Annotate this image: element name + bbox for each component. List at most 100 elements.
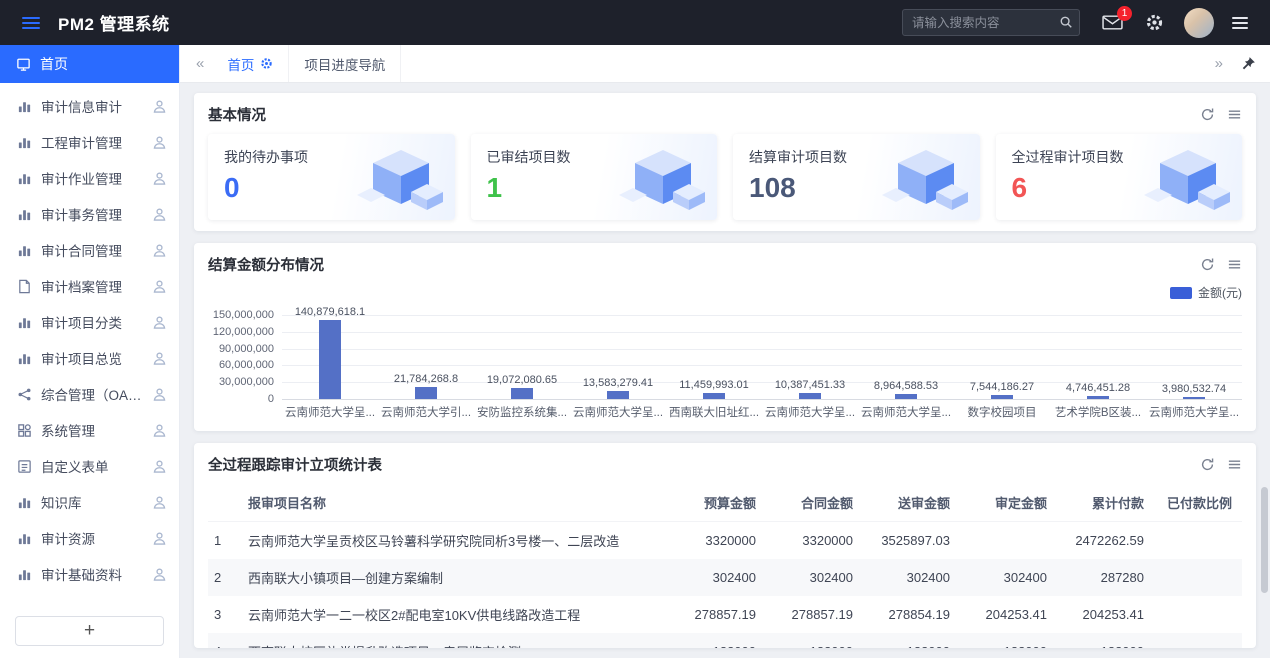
bar-value-label: 8,964,588.53 [874,380,938,392]
pin-icon[interactable] [1241,56,1256,71]
bar[interactable] [415,387,437,399]
stat-card[interactable]: 结算审计项目数108 [733,134,980,220]
row-index: 2 [208,559,238,596]
bar-group[interactable]: 11,459,993.01 [666,315,762,399]
search-input[interactable] [902,9,1080,36]
amount-cell: 287280 [1057,559,1154,596]
sidebar-toggle-icon[interactable] [18,13,44,33]
stat-card[interactable]: 全过程审计项目数6 [996,134,1243,220]
amount-cell: 188000 [863,633,960,648]
bar-group[interactable]: 4,746,451.28 [1050,315,1146,399]
bar[interactable] [799,393,821,399]
bar-group[interactable]: 8,964,588.53 [858,315,954,399]
chart-title: 结算金额分布情况 [208,254,324,275]
sidebar-item-label: 审计合同管理 [41,240,143,260]
sidebar-item-label: 自定义表单 [41,456,143,476]
chart-categories: 云南师范大学呈...云南师范大学引...安防监控系统集...云南师范大学呈...… [282,404,1242,420]
bar-group[interactable]: 19,072,080.65 [474,315,570,399]
table-row[interactable]: 2西南联大小镇项目—创建方案编制302400302400302400302400… [208,559,1242,596]
person-icon [152,207,167,222]
bar-group[interactable]: 10,387,451.33 [762,315,858,399]
amount-cell: 278857.19 [766,596,863,633]
y-tick-label: 60,000,000 [219,359,274,371]
index-column-header [208,484,238,522]
bar-group[interactable]: 21,784,268.8 [378,315,474,399]
chart-legend[interactable]: 金额(元) [208,284,1242,301]
tab-bar: « 首页项目进度导航 » [180,45,1270,83]
file-icon [17,279,32,294]
person-icon [152,279,167,294]
sidebar-item[interactable]: 系统管理 [0,412,179,448]
card-menu-icon[interactable] [1227,257,1242,272]
add-button[interactable]: + [15,616,164,646]
bar-group[interactable]: 140,879,618.1 [282,315,378,399]
bar[interactable] [511,388,533,399]
tab[interactable]: 项目进度导航 [289,45,401,82]
notification-badge: 1 [1117,6,1132,21]
chart-y-axis: 150,000,000120,000,00090,000,00060,000,0… [208,315,282,399]
bar-value-label: 7,544,186.27 [970,381,1034,393]
more-menu-icon[interactable] [1228,13,1252,33]
bar[interactable] [319,320,341,399]
sidebar-item[interactable]: 综合管理（OA审批） [0,376,179,412]
table-row[interactable]: 1云南师范大学呈贡校区马铃薯科学研究院同析3号楼一、二层改造3320000332… [208,522,1242,560]
sidebar-item[interactable]: 审计合同管理 [0,232,179,268]
bar[interactable] [1087,396,1109,399]
stats-row: 我的待办事项0已审结项目数1结算审计项目数108全过程审计项目数6 [208,134,1242,220]
refresh-icon[interactable] [1200,257,1215,272]
tabs-scroll-left-icon[interactable]: « [188,55,212,72]
refresh-icon[interactable] [1200,107,1215,122]
legend-swatch [1170,287,1192,299]
stat-label: 全过程审计项目数 [1012,147,1227,167]
sidebar-item[interactable]: 审计信息审计 [0,88,179,124]
sidebar-item[interactable]: 审计项目总览 [0,340,179,376]
stat-card[interactable]: 已审结项目数1 [471,134,718,220]
tabs-scroll-right-icon[interactable]: » [1207,55,1231,72]
sidebar-item[interactable]: 审计基础资料 [0,556,179,592]
amount-cell: 3320000 [766,522,863,560]
sidebar-item[interactable]: 审计项目分类 [0,304,179,340]
bar[interactable] [1183,397,1205,399]
card-menu-icon[interactable] [1227,107,1242,122]
bar-chart-icon [17,567,32,582]
y-tick-label: 30,000,000 [219,376,274,388]
avatar[interactable] [1184,8,1214,38]
sidebar-item[interactable]: 审计事务管理 [0,196,179,232]
bar[interactable] [991,395,1013,399]
settings-gear-icon[interactable] [1145,13,1164,32]
table-row[interactable]: 3云南师范大学一二一校区2#配电室10KV供电线路改造工程278857.1927… [208,596,1242,633]
bar-chart-icon [17,351,32,366]
sidebar-item[interactable]: 自定义表单 [0,448,179,484]
bar-group[interactable]: 3,980,532.74 [1146,315,1242,399]
person-icon [152,459,167,474]
sidebar-item[interactable]: 审计作业管理 [0,160,179,196]
sidebar-item-home[interactable]: 首页 [0,45,179,83]
row-index: 1 [208,522,238,560]
bar-value-label: 21,784,268.8 [394,373,458,385]
table-row[interactable]: 4西南联大校区礼堂提升改造项目—房屋鉴定检测188000188000188000… [208,633,1242,648]
search-icon[interactable] [1059,15,1073,29]
bar-group[interactable]: 7,544,186.27 [954,315,1050,399]
card-menu-icon[interactable] [1227,457,1242,472]
stat-card[interactable]: 我的待办事项0 [208,134,455,220]
bar[interactable] [607,391,629,399]
y-tick-label: 150,000,000 [213,309,274,321]
amount-cell: 3525897.03 [863,522,960,560]
mail-button[interactable]: 1 [1102,14,1123,31]
bar-value-label: 11,459,993.01 [679,379,749,391]
tab-settings-icon[interactable] [260,57,273,70]
tab[interactable]: 首页 [212,45,289,82]
scrollbar-thumb[interactable] [1261,487,1268,593]
refresh-icon[interactable] [1200,457,1215,472]
amount-cell: 2472262.59 [1057,522,1154,560]
bar[interactable] [703,393,725,399]
sidebar-item[interactable]: 工程审计管理 [0,124,179,160]
column-header: 合同金额 [766,484,863,522]
sidebar-item[interactable]: 审计资源 [0,520,179,556]
app-title: PM2 管理系统 [58,10,170,35]
grid-icon [17,423,32,438]
sidebar-item[interactable]: 审计档案管理 [0,268,179,304]
sidebar-item[interactable]: 知识库 [0,484,179,520]
bar-group[interactable]: 13,583,279.41 [570,315,666,399]
bar[interactable] [895,394,917,399]
